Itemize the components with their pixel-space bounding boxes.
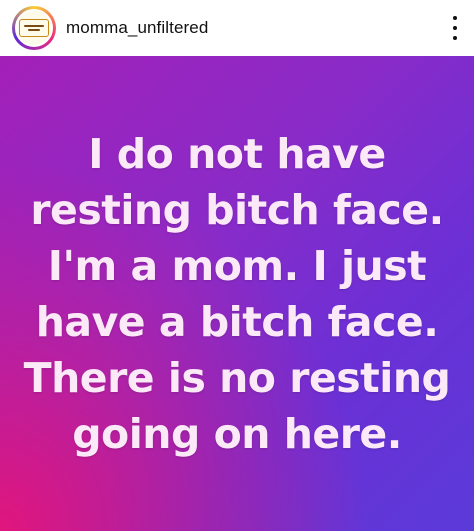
avatar-logo-mark — [19, 19, 49, 37]
avatar[interactable] — [12, 6, 56, 50]
profile-logo-icon — [15, 9, 53, 47]
post-header: momma_unfiltered — [0, 0, 474, 56]
post-quote-text: I do not have resting bitch face. I'm a … — [23, 129, 451, 458]
more-options-icon[interactable] — [450, 16, 460, 40]
username-link[interactable]: momma_unfiltered — [66, 18, 208, 38]
post-image[interactable]: I do not have resting bitch face. I'm a … — [0, 56, 474, 531]
